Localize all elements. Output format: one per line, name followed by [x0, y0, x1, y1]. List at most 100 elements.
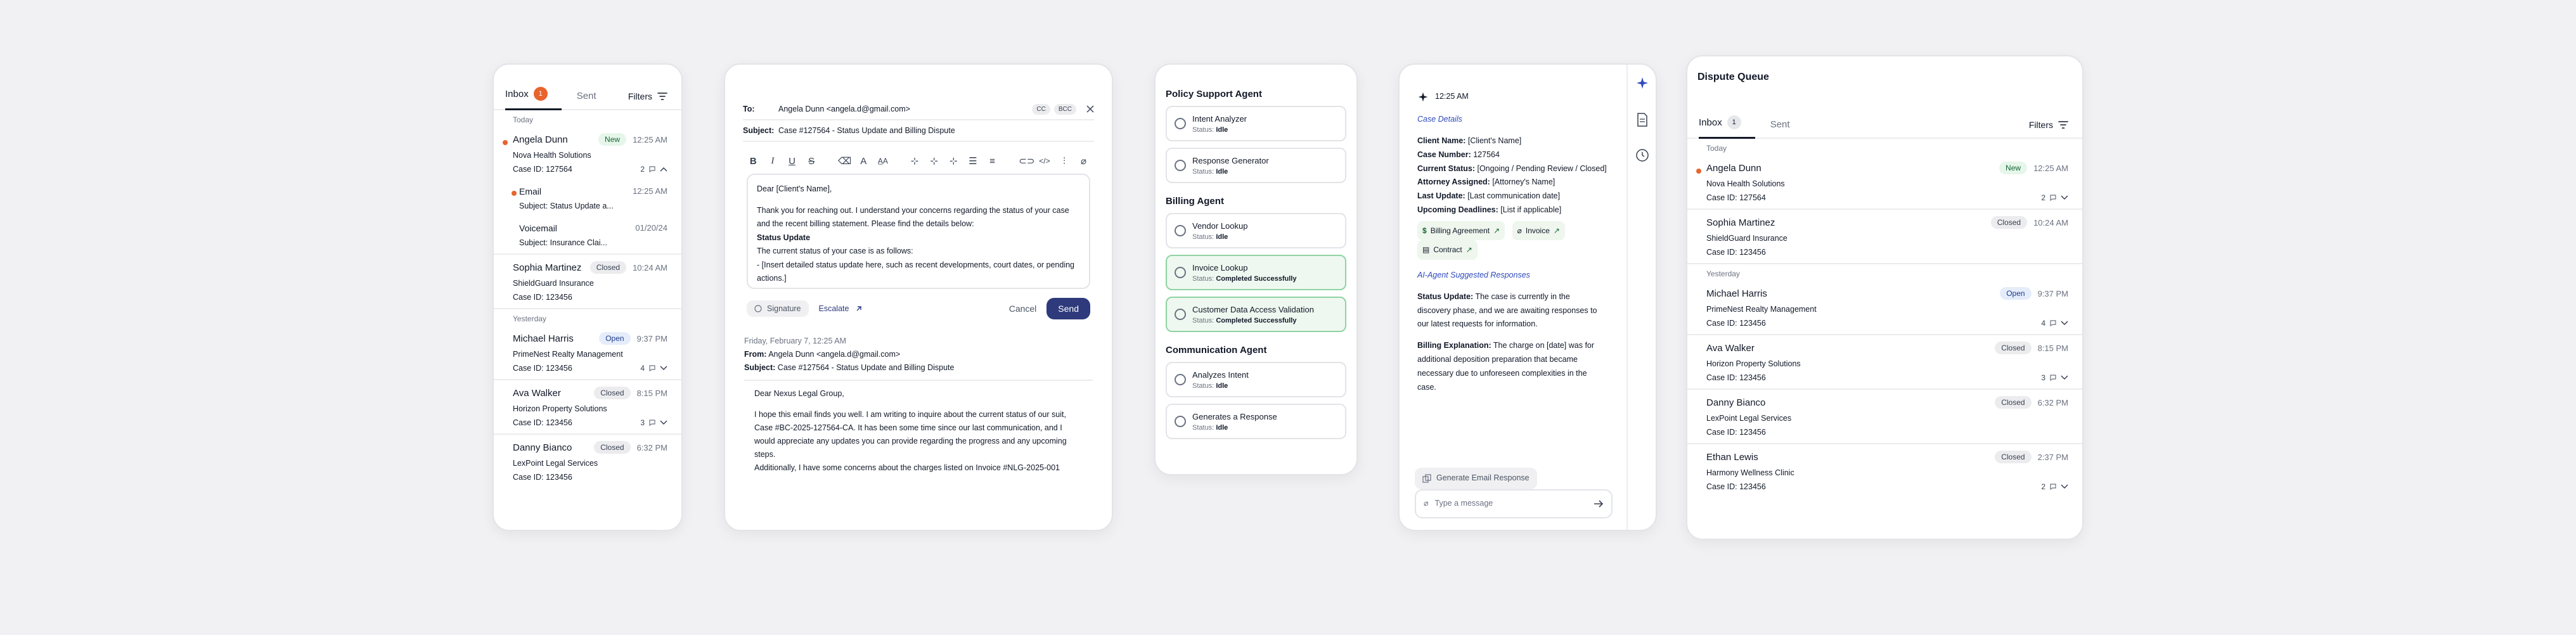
- list-item[interactable]: Sophia Martinez Closed 10:24 AM ShieldGua…: [494, 255, 681, 309]
- case-id: Case ID: 127564: [1706, 193, 1766, 202]
- chevron-down-icon[interactable]: [2061, 321, 2068, 326]
- document-icon[interactable]: [1637, 113, 1648, 127]
- bullet-list-icon[interactable]: ☰: [968, 155, 979, 167]
- escalate-button[interactable]: Escalate: [819, 304, 863, 313]
- chevron-down-icon[interactable]: [2061, 195, 2068, 200]
- strikethrough-icon[interactable]: S: [806, 156, 817, 167]
- text-color-icon[interactable]: A: [858, 156, 869, 167]
- list-item[interactable]: Ava Walker Closed 8:15 PM Horizon Propert…: [494, 380, 681, 435]
- to-field[interactable]: To: Angela Dunn <angela.d@gmail.com> CC …: [725, 99, 1112, 119]
- list-item[interactable]: Michael Harris Open 9:37 PM PrimeNest Rea…: [494, 326, 681, 380]
- align-right-icon[interactable]: ⊹: [948, 155, 959, 167]
- filters-button[interactable]: Filters: [628, 91, 667, 101]
- timestamp: 10:24 AM: [633, 262, 667, 273]
- send-icon[interactable]: [1594, 499, 1604, 508]
- highlight-icon[interactable]: ⌫: [838, 155, 851, 167]
- sparkle-icon[interactable]: [1635, 76, 1649, 90]
- underline-icon[interactable]: U: [787, 156, 797, 167]
- bcc-button[interactable]: BCC: [1053, 103, 1076, 115]
- list-item[interactable]: Ethan Lewis Closed 2:37 PM Harmony Wellne…: [1687, 444, 2082, 497]
- thread-type: Email: [519, 186, 542, 196]
- code-icon[interactable]: </>: [1039, 157, 1050, 165]
- font-size-icon[interactable]: A̲A: [878, 157, 889, 165]
- list-item[interactable]: Danny Bianco Closed 6:32 PM LexPoint Lega…: [1687, 390, 2082, 444]
- filters-button[interactable]: Filters: [2029, 120, 2068, 130]
- agent-card[interactable]: Vendor Lookup Status: Idle: [1166, 213, 1346, 248]
- status-update-suggestion[interactable]: Status Update: The case is currently in …: [1417, 290, 1618, 332]
- chip-label: Contract: [1433, 245, 1462, 255]
- list-item[interactable]: Michael Harris Open 9:37 PM PrimeNest Rea…: [1687, 281, 2082, 335]
- agent-status: Status: Completed Successfully: [1192, 275, 1296, 283]
- suggestion-line: The charge on [date] was for: [1493, 341, 1595, 350]
- tab-inbox[interactable]: Inbox 1: [1699, 115, 1755, 139]
- list-item[interactable]: Angela Dunn New 12:25 AM Nova Health Solu…: [1687, 155, 2082, 210]
- bold-icon[interactable]: B: [748, 156, 759, 167]
- message-input[interactable]: ⌀ Type a message: [1415, 489, 1613, 518]
- timestamp: 12:25 AM: [2033, 163, 2068, 173]
- billing-agreement-chip[interactable]: $ Billing Agreement ↗: [1417, 221, 1505, 241]
- signature-button[interactable]: Signature: [747, 300, 809, 317]
- chevron-up-icon[interactable]: [660, 167, 667, 172]
- chevron-down-icon[interactable]: [660, 366, 667, 371]
- agent-card[interactable]: Intent Analyzer Status: Idle: [1166, 106, 1346, 141]
- list-item[interactable]: Angela Dunn New 12:25 AM Nova Health Solu…: [494, 127, 681, 180]
- tab-sent[interactable]: Sent: [1770, 119, 1790, 138]
- chevron-down-icon[interactable]: [2061, 484, 2068, 489]
- thread-line: I hope this email finds you well. I am w…: [754, 410, 1066, 419]
- billing-explanation-suggestion[interactable]: Billing Explanation: The charge on [date…: [1417, 339, 1618, 395]
- case-details-link[interactable]: Case Details: [1417, 113, 1618, 127]
- chevron-down-icon[interactable]: [660, 420, 667, 425]
- subject-field[interactable]: Subject: Case #127564 - Status Update an…: [725, 120, 1112, 141]
- agent-card[interactable]: Invoice Lookup Status: Completed Success…: [1166, 255, 1346, 290]
- paperclip-icon[interactable]: ⌀: [1078, 155, 1089, 167]
- list-item[interactable]: Sophia Martinez Closed 10:24 AM ShieldGua…: [1687, 210, 2082, 264]
- unread-dot: [503, 140, 508, 145]
- cc-button[interactable]: CC: [1032, 103, 1050, 115]
- chat-icon: [2049, 483, 2057, 491]
- agents-panel: Policy Support Agent Intent Analyzer Sta…: [1154, 63, 1358, 475]
- close-icon[interactable]: [1086, 105, 1094, 113]
- company-name: Nova Health Solutions: [513, 151, 591, 160]
- thread-line: Dear Nexus Legal Group,: [754, 389, 844, 398]
- body-line: Dear [Client's Name],: [757, 184, 832, 193]
- thread-email[interactable]: Email 12:25 AM Subject: Status Update a..…: [494, 180, 681, 217]
- agent-status: Status: Completed Successfully: [1192, 317, 1314, 324]
- message-count: 4: [640, 364, 645, 373]
- field-value: [Last communication date]: [1467, 191, 1561, 201]
- agent-card[interactable]: Analyzes Intent Status: Idle: [1166, 362, 1346, 397]
- company-name: Horizon Property Solutions: [1706, 359, 1801, 368]
- status-badge: Closed: [1990, 216, 2028, 229]
- send-button[interactable]: Send: [1046, 298, 1090, 319]
- numbered-list-icon[interactable]: ≡: [987, 156, 998, 167]
- invoice-chip[interactable]: ⌀ Invoice ↗: [1512, 221, 1565, 241]
- agent-card[interactable]: Customer Data Access Validation Status: …: [1166, 297, 1346, 332]
- italic-icon[interactable]: I: [768, 156, 778, 167]
- generate-email-button[interactable]: Generate Email Response: [1415, 468, 1537, 489]
- agent-card[interactable]: Response Generator Status: Idle: [1166, 148, 1346, 183]
- list-item[interactable]: Danny Bianco Closed 6:32 PM LexPoint Lega…: [494, 435, 681, 488]
- agent-card[interactable]: Generates a Response Status: Idle: [1166, 404, 1346, 439]
- thread-voicemail[interactable]: Voicemail 01/20/24 Subject: Insurance Cla…: [494, 217, 681, 255]
- align-center-icon[interactable]: ⊹: [929, 155, 939, 167]
- attachment-icon[interactable]: ⫶: [1059, 156, 1070, 167]
- subject-value[interactable]: Case #127564 - Status Update and Billing…: [778, 126, 955, 135]
- case-details: Client Name: [Client's Name] Case Number…: [1417, 134, 1618, 217]
- contract-chip[interactable]: ▤ Contract ↗: [1417, 240, 1478, 260]
- suggested-responses-link[interactable]: AI-Agent Suggested Responses: [1417, 269, 1618, 283]
- tab-sent[interactable]: Sent: [577, 91, 596, 109]
- align-left-icon[interactable]: ⊹: [910, 155, 920, 167]
- contact-name: Angela Dunn: [513, 134, 568, 145]
- chevron-down-icon[interactable]: [2061, 375, 2068, 380]
- cancel-button[interactable]: Cancel: [1009, 304, 1037, 314]
- field-value: 127564: [1473, 150, 1500, 159]
- agent-status: Status: Idle: [1192, 168, 1269, 176]
- message-body[interactable]: Dear [Client's Name], Thank you for reac…: [747, 174, 1090, 289]
- suggestion-line: discovery phase, and we are awaiting res…: [1417, 305, 1597, 315]
- history-icon[interactable]: [1635, 148, 1649, 162]
- tab-inbox[interactable]: Inbox 1: [505, 87, 562, 110]
- to-value[interactable]: Angela Dunn <angela.d@gmail.com>: [778, 105, 1032, 113]
- link-icon[interactable]: ⊂⊃: [1019, 155, 1034, 167]
- list-item[interactable]: Ava Walker Closed 8:15 PM Horizon Propert…: [1687, 335, 2082, 390]
- paperclip-icon[interactable]: ⌀: [1424, 497, 1429, 511]
- field-value: [Attorney's Name]: [1492, 177, 1555, 187]
